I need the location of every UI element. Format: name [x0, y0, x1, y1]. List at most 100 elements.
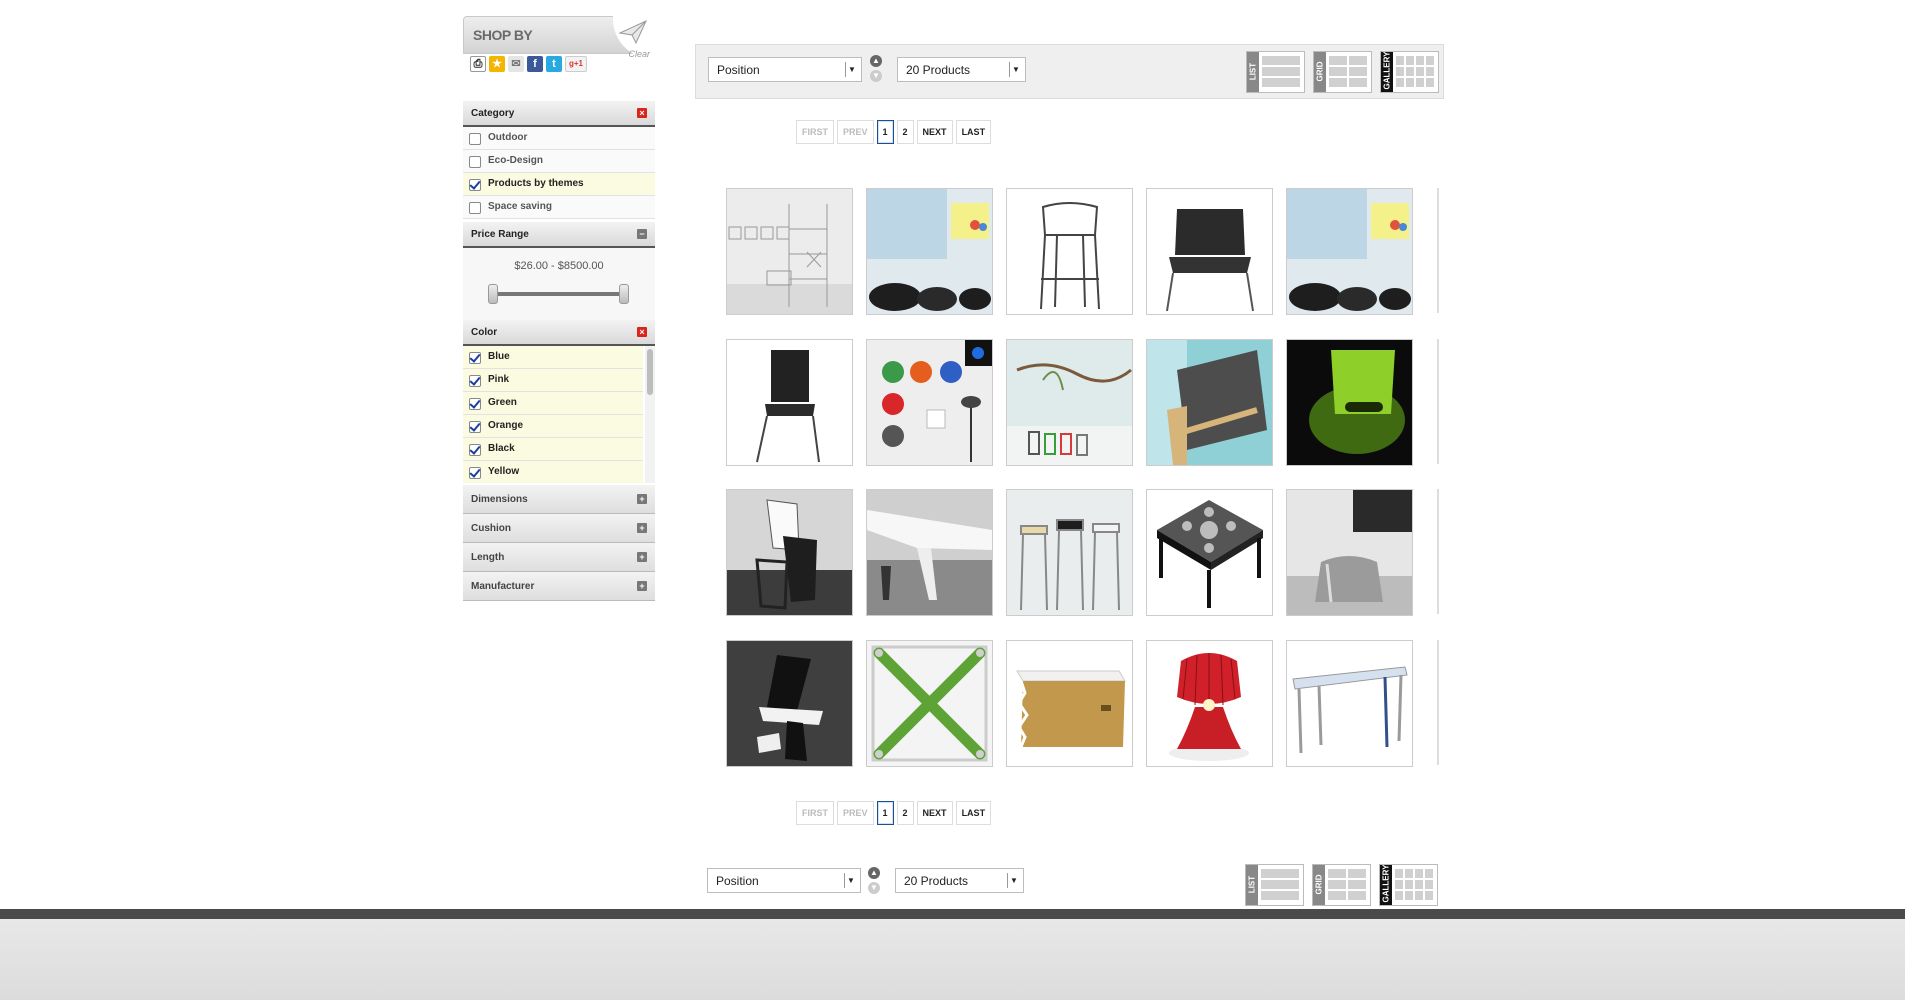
page-2-link[interactable]: 2	[896, 120, 914, 144]
product-tile[interactable]	[1146, 489, 1273, 616]
gallery-view-button[interactable]: GALLERY	[1380, 51, 1439, 93]
first-page-link[interactable]: FIRST	[796, 120, 834, 144]
next-column-edge	[1437, 188, 1439, 313]
sort-desc-icon[interactable]: ▼	[870, 70, 882, 82]
list-view-button[interactable]: LIST	[1245, 864, 1304, 906]
length-filter[interactable]: Length +	[463, 543, 655, 572]
sort-direction[interactable]: ▲ ▼	[870, 55, 882, 83]
checkbox-checked[interactable]	[469, 421, 481, 433]
per-page-select[interactable]: 20 Products ▼	[895, 868, 1024, 893]
product-tile[interactable]	[866, 188, 993, 315]
product-tile[interactable]	[726, 339, 853, 466]
color-options-list[interactable]: Blue Pink Green Orange Black Yellow	[463, 346, 655, 483]
next-page-link[interactable]: NEXT	[916, 120, 953, 144]
product-tile[interactable]	[726, 640, 853, 767]
color-option[interactable]: Green	[463, 392, 643, 415]
product-tile[interactable]	[866, 489, 993, 616]
color-option[interactable]: Pink	[463, 369, 643, 392]
expand-icon[interactable]: +	[637, 552, 647, 562]
facebook-icon[interactable]: f	[527, 56, 543, 72]
prev-page-link[interactable]: PREV	[837, 120, 874, 144]
product-tile[interactable]	[1006, 339, 1133, 466]
price-header[interactable]: Price Range −	[463, 222, 655, 248]
category-option-selected[interactable]: Products by themes	[463, 173, 655, 196]
product-tile[interactable]	[1286, 640, 1413, 767]
gallery-view-icon	[1395, 869, 1433, 900]
checkbox-checked[interactable]	[469, 444, 481, 456]
page-1-link[interactable]: 1	[876, 801, 894, 825]
grid-view-button[interactable]: GRID	[1313, 51, 1372, 93]
list-view-button[interactable]: LIST	[1246, 51, 1305, 93]
category-header[interactable]: Category ×	[463, 101, 655, 127]
per-page-select[interactable]: 20 Products ▼	[897, 57, 1026, 82]
category-option[interactable]: Eco-Design	[463, 150, 655, 173]
checkbox[interactable]	[469, 133, 481, 145]
bookmark-star-icon[interactable]: ★	[489, 56, 505, 72]
product-tile[interactable]	[1146, 339, 1273, 466]
price-slider-track[interactable]	[491, 292, 627, 296]
price-slider-max-handle[interactable]	[619, 284, 629, 304]
expand-icon[interactable]: +	[637, 581, 647, 591]
checkbox-checked[interactable]	[469, 352, 481, 364]
dimensions-filter[interactable]: Dimensions +	[463, 485, 655, 514]
sort-by-select[interactable]: Position ▼	[707, 868, 861, 893]
category-option[interactable]: Space saving	[463, 196, 655, 219]
checkbox[interactable]	[469, 156, 481, 168]
checkbox-checked[interactable]	[469, 179, 481, 191]
footer-top-bar	[0, 909, 1905, 919]
sort-by-select[interactable]: Position ▼	[708, 57, 862, 82]
grid-view-button[interactable]: GRID	[1312, 864, 1371, 906]
manufacturer-filter[interactable]: Manufacturer +	[463, 572, 655, 601]
sort-direction[interactable]: ▲ ▼	[868, 867, 880, 895]
scrollbar-thumb[interactable]	[647, 349, 653, 395]
prev-page-link[interactable]: PREV	[837, 801, 874, 825]
checkbox-checked[interactable]	[469, 467, 481, 479]
checkbox-checked[interactable]	[469, 375, 481, 387]
product-tile[interactable]	[726, 489, 853, 616]
cushion-filter[interactable]: Cushion +	[463, 514, 655, 543]
first-page-link[interactable]: FIRST	[796, 801, 834, 825]
expand-icon[interactable]: +	[637, 494, 647, 504]
color-option[interactable]: Orange	[463, 415, 643, 438]
expand-icon[interactable]: +	[637, 523, 647, 533]
footer	[0, 909, 1905, 1000]
print-icon[interactable]: ⎙	[470, 56, 486, 72]
twitter-icon[interactable]: t	[546, 56, 562, 72]
price-slider-min-handle[interactable]	[488, 284, 498, 304]
google-plus-icon[interactable]: g+1	[565, 56, 587, 72]
close-icon[interactable]: ×	[637, 108, 647, 118]
checkbox[interactable]	[469, 202, 481, 214]
product-tile[interactable]	[726, 188, 853, 315]
product-tile[interactable]	[1286, 339, 1413, 466]
product-tile[interactable]	[1006, 489, 1133, 616]
product-tile[interactable]	[1286, 489, 1413, 616]
product-tile[interactable]	[1146, 188, 1273, 315]
product-tile[interactable]	[1006, 640, 1133, 767]
next-page-link[interactable]: NEXT	[916, 801, 953, 825]
sort-asc-icon[interactable]: ▲	[868, 867, 880, 879]
checkbox-checked[interactable]	[469, 398, 481, 410]
color-header[interactable]: Color ×	[463, 320, 655, 346]
category-option[interactable]: Outdoor	[463, 127, 655, 150]
page-2-link[interactable]: 2	[896, 801, 914, 825]
page-1-link[interactable]: 1	[876, 120, 894, 144]
product-tile[interactable]	[1006, 188, 1133, 315]
product-tile[interactable]	[866, 640, 993, 767]
gallery-view-button[interactable]: GALLERY	[1379, 864, 1438, 906]
close-icon[interactable]: ×	[637, 327, 647, 337]
clear-filters-link[interactable]: Clear	[628, 49, 650, 59]
color-option[interactable]: Yellow	[463, 461, 643, 483]
last-page-link[interactable]: LAST	[955, 120, 992, 144]
sort-desc-icon[interactable]: ▼	[868, 882, 880, 894]
collapse-icon[interactable]: −	[637, 229, 647, 239]
next-column-edge	[1437, 339, 1439, 464]
product-tile[interactable]	[1146, 640, 1273, 767]
email-icon[interactable]: ✉	[508, 56, 524, 72]
product-tile[interactable]	[866, 339, 993, 466]
product-tile[interactable]	[1286, 188, 1413, 315]
color-option[interactable]: Blue	[463, 346, 643, 369]
scrollbar-track[interactable]	[645, 346, 655, 483]
color-option[interactable]: Black	[463, 438, 643, 461]
last-page-link[interactable]: LAST	[955, 801, 992, 825]
sort-asc-icon[interactable]: ▲	[870, 55, 882, 67]
